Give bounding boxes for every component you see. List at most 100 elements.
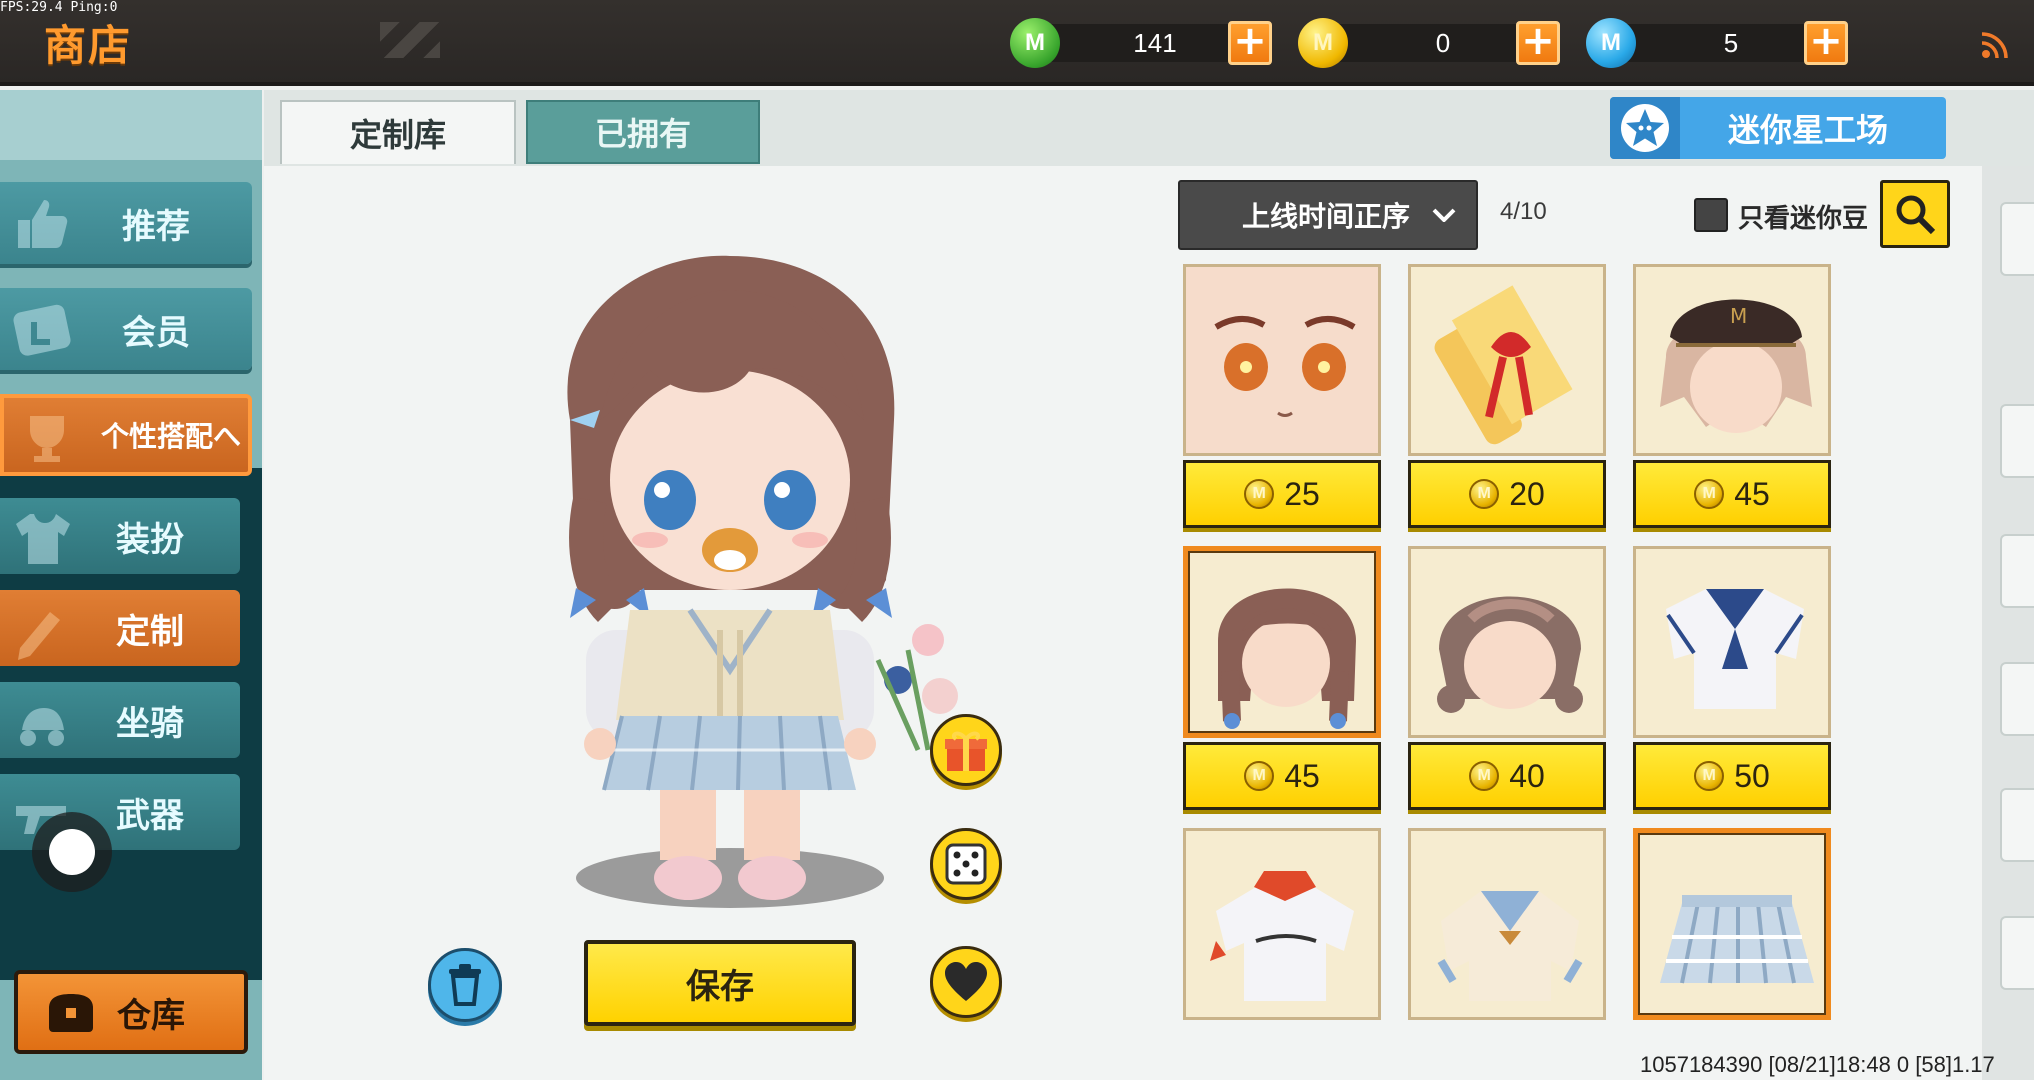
- add-currency-button[interactable]: +: [1228, 21, 1272, 65]
- sidebar-item-recommend[interactable]: 推荐: [0, 182, 252, 264]
- item-card-sport-shirt[interactable]: [1183, 828, 1381, 1020]
- sidebar-item-label: 装扮: [116, 519, 184, 560]
- delete-button[interactable]: [428, 948, 502, 1022]
- sidebar-item-label: 定制: [116, 611, 184, 652]
- sport-shirt-icon: [1210, 871, 1354, 1001]
- warehouse-button[interactable]: 仓库: [14, 970, 248, 1054]
- item-card-sailor-shirt[interactable]: M 50: [1633, 546, 1831, 810]
- gold-m-coin-icon: M: [1244, 479, 1275, 509]
- sidebar-item-custom[interactable]: 定制: [0, 590, 240, 666]
- side-tab[interactable]: [2000, 202, 2034, 276]
- tab-owned[interactable]: 已拥有: [526, 100, 760, 164]
- sidebar-item-member[interactable]: 会员: [0, 288, 252, 370]
- blue-m-coin-icon: M: [1586, 18, 1636, 68]
- item-thumbnail: [1183, 828, 1381, 1020]
- virtual-joystick[interactable]: [32, 812, 112, 892]
- item-card-plaid-skirt[interactable]: [1633, 828, 1831, 1020]
- item-thumbnail: [1183, 264, 1381, 456]
- item-card-scroll[interactable]: M 20: [1408, 264, 1606, 528]
- workshop-label: 迷你星工场: [1727, 111, 1888, 149]
- item-thumbnail: [1408, 264, 1606, 456]
- gold-m-coin-icon: M: [1694, 479, 1725, 509]
- price-value: 40: [1509, 757, 1545, 794]
- sailor-shirt-icon: [1666, 589, 1804, 709]
- star-icon: [1621, 104, 1669, 152]
- heart-icon: [945, 962, 987, 1001]
- sidebar-header: [0, 90, 262, 160]
- sort-label: 上线时间正序: [1242, 200, 1411, 233]
- save-button[interactable]: 保存: [584, 940, 856, 1026]
- account-id-footer: 1057184390 [08/21]18:48 0 [58]1.17: [1640, 1052, 1995, 1077]
- joystick-knob[interactable]: [49, 829, 95, 875]
- price-tag[interactable]: M 50: [1633, 742, 1831, 810]
- sidebar-item-personal-outfit[interactable]: 个性搭配へ: [0, 394, 252, 476]
- page-indicator: 4/10: [1500, 198, 1547, 225]
- sort-dropdown[interactable]: 上线时间正序: [1178, 180, 1478, 250]
- search-icon: [1896, 195, 1936, 235]
- signal-icon[interactable]: [1980, 30, 2010, 60]
- gold-m-coin-icon: M: [1469, 761, 1500, 791]
- gift-button[interactable]: [930, 714, 1002, 786]
- price-tag[interactable]: M 40: [1408, 742, 1606, 810]
- dice-icon: [945, 843, 987, 885]
- item-thumbnail: M: [1633, 264, 1831, 456]
- currency-amount: 5: [1723, 28, 1739, 58]
- side-tab[interactable]: [2000, 916, 2034, 990]
- item-card-school-cardigan[interactable]: [1408, 828, 1606, 1020]
- thumbs-up-icon: [18, 200, 68, 248]
- item-card-face[interactable]: M 25: [1183, 264, 1381, 528]
- braid-bun-hair-icon: [1437, 596, 1583, 713]
- avatar-preview[interactable]: [530, 250, 930, 910]
- price-tag[interactable]: M 45: [1183, 742, 1381, 810]
- gold-m-coin-icon: M: [1244, 761, 1275, 791]
- price-tag[interactable]: M 20: [1408, 460, 1606, 528]
- trash-icon: [449, 964, 481, 1006]
- only-mini-bean-checkbox[interactable]: [1694, 198, 1728, 232]
- item-thumbnail: [1183, 546, 1381, 738]
- school-cardigan-icon: [1437, 891, 1583, 1001]
- item-card-cap-hair[interactable]: M M 45: [1633, 264, 1831, 528]
- sidebar-item-label: 武器: [116, 795, 184, 836]
- header-decoration: [380, 22, 440, 58]
- sidebar-item-label: 个性搭配へ: [100, 420, 241, 453]
- add-currency-button[interactable]: +: [1804, 21, 1848, 65]
- side-tab[interactable]: [2000, 662, 2034, 736]
- currency-amount: 141: [1133, 28, 1177, 58]
- chest-icon: [49, 994, 93, 1032]
- item-grid: M 25 M 20 M M 45 M 45 M 40 M 50: [1180, 264, 1836, 1080]
- sidebar-item-dress-up[interactable]: 装扮: [0, 498, 240, 574]
- tab-custom-library[interactable]: 定制库: [280, 100, 516, 164]
- gold-m-coin-icon: M: [1469, 479, 1500, 509]
- gift-icon: [945, 731, 987, 771]
- trophy-icon: [30, 416, 64, 462]
- side-tab[interactable]: [2000, 788, 2034, 862]
- side-tab[interactable]: [2000, 534, 2034, 608]
- green-m-coin-icon: M: [1010, 18, 1060, 68]
- item-thumbnail: [1633, 828, 1831, 1020]
- gold-m-coin-icon: M: [1694, 761, 1725, 791]
- item-card-braided-hair[interactable]: M 45: [1183, 546, 1381, 810]
- sidebar-item-mount[interactable]: 坐骑: [0, 682, 240, 758]
- shirt-icon: [16, 514, 70, 564]
- price-tag[interactable]: M 45: [1633, 460, 1831, 528]
- svg-text:M: M: [1730, 304, 1747, 328]
- mini-workshop-button[interactable]: 迷你星工场: [1610, 97, 1946, 159]
- side-tab[interactable]: [2000, 404, 2034, 478]
- item-card-braid-bun-hair[interactable]: M 40: [1408, 546, 1606, 810]
- sidebar-item-label: 推荐: [122, 206, 190, 247]
- sidebar-item-label: 坐骑: [116, 703, 184, 744]
- currency-amount: 0: [1435, 28, 1451, 58]
- favorite-button[interactable]: [930, 946, 1002, 1018]
- member-card-icon: [13, 304, 71, 356]
- item-thumbnail: [1408, 546, 1606, 738]
- price-value: 45: [1284, 757, 1320, 794]
- only-mini-bean-label: 只看迷你豆: [1738, 204, 1869, 234]
- search-button[interactable]: [1880, 180, 1950, 248]
- gold-m-coin-icon: M: [1298, 18, 1348, 68]
- pencil-icon: [18, 612, 60, 660]
- price-tag[interactable]: M 25: [1183, 460, 1381, 528]
- random-dice-button[interactable]: [930, 828, 1002, 900]
- mount-icon: [20, 708, 64, 746]
- item-thumbnail: [1633, 546, 1831, 738]
- add-currency-button[interactable]: +: [1516, 21, 1560, 65]
